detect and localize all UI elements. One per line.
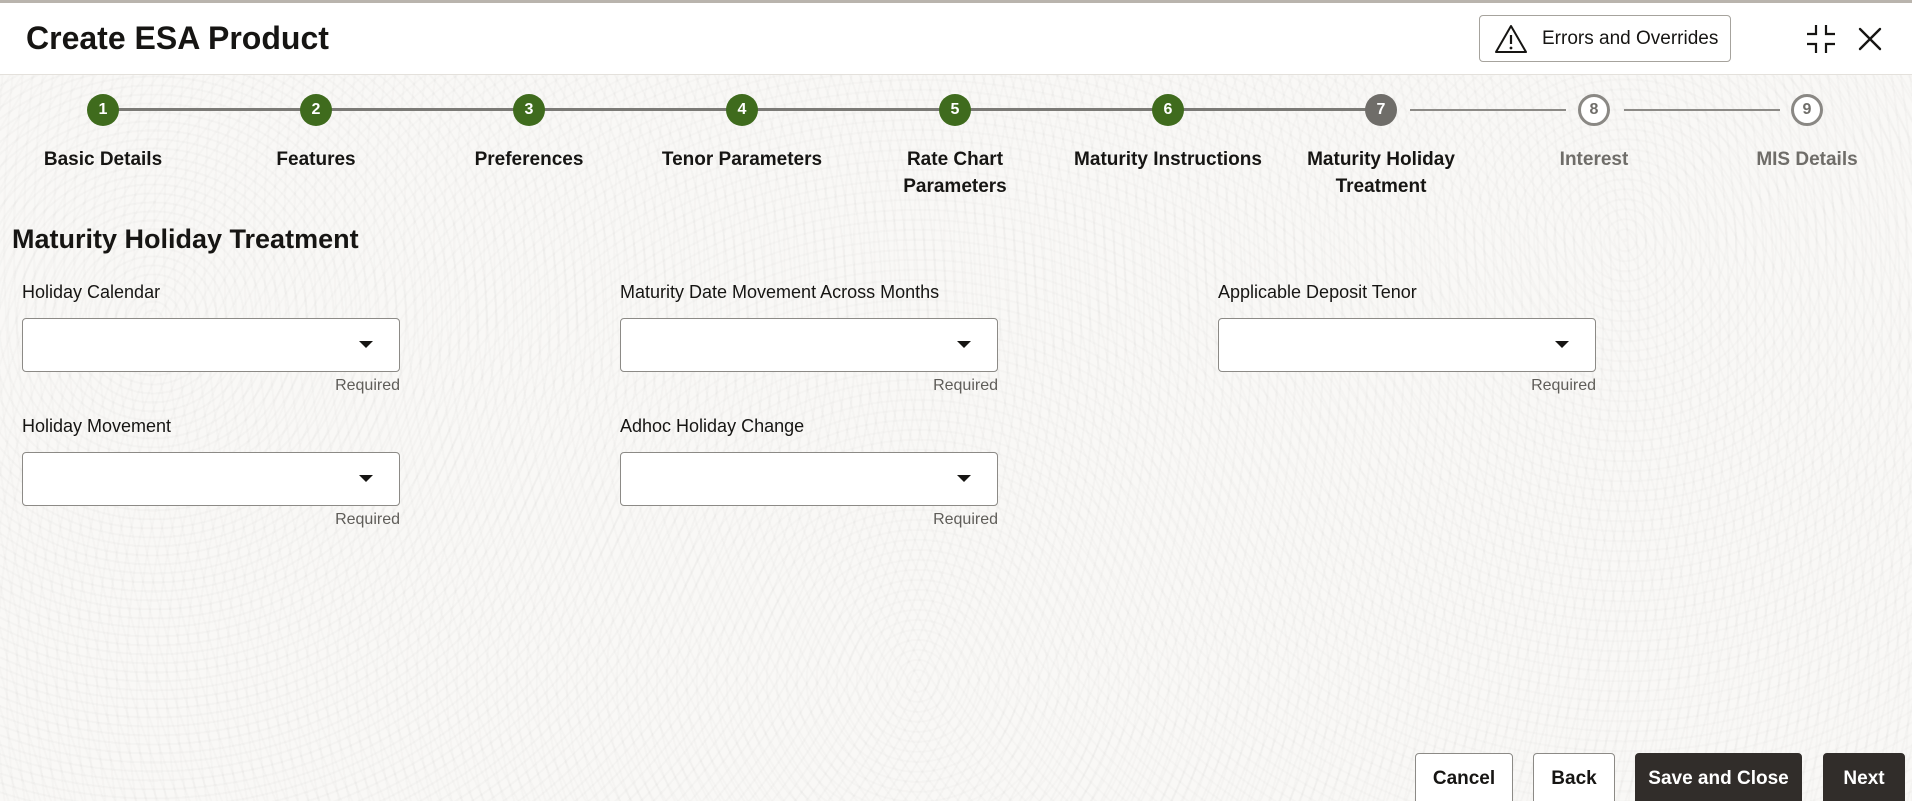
step-number: 4	[726, 94, 758, 126]
step-number: 7	[1365, 94, 1397, 126]
train-step-rate-chart-parameters[interactable]: 5 Rate Chart Parameters	[855, 88, 1055, 200]
next-button[interactable]: Next	[1823, 753, 1905, 801]
maturity-date-movement-select[interactable]	[620, 318, 998, 372]
step-label: Maturity Instructions	[1074, 149, 1262, 170]
page-title: Create ESA Product	[26, 20, 329, 56]
chevron-down-icon	[1555, 341, 1569, 348]
chevron-down-icon	[957, 341, 971, 348]
applicable-deposit-tenor-select[interactable]	[1218, 318, 1596, 372]
step-number: 2	[300, 94, 332, 126]
required-hint: Required	[1531, 377, 1596, 394]
errors-and-overrides-button[interactable]: Errors and Overrides	[1479, 15, 1731, 62]
required-hint: Required	[933, 377, 998, 394]
step-train: 1 Basic Details 2 Features 3 Preferences…	[0, 88, 1912, 198]
train-step-interest[interactable]: 8 Interest	[1494, 88, 1694, 173]
step-number: 6	[1152, 94, 1184, 126]
chevron-down-icon	[359, 341, 373, 348]
adhoc-holiday-change-select[interactable]	[620, 452, 998, 506]
back-button[interactable]: Back	[1533, 753, 1615, 801]
train-step-tenor-parameters[interactable]: 4 Tenor Parameters	[642, 88, 842, 173]
required-hint: Required	[335, 511, 400, 528]
holiday-calendar-select[interactable]	[22, 318, 400, 372]
step-label: Interest	[1559, 149, 1629, 170]
page-header: Create ESA Product Errors and Overrides	[0, 3, 1912, 75]
train-step-mis-details[interactable]: 9 MIS Details	[1707, 88, 1907, 173]
train-step-maturity-instructions[interactable]: 6 Maturity Instructions	[1068, 88, 1268, 173]
cancel-button[interactable]: Cancel	[1415, 753, 1513, 801]
field-label: Maturity Date Movement Across Months	[620, 282, 940, 302]
holiday-calendar-field: Holiday Calendar Required	[22, 278, 402, 395]
train-step-basic-details[interactable]: 1 Basic Details	[3, 88, 203, 173]
step-number: 5	[939, 94, 971, 126]
step-label: Preferences	[474, 149, 584, 170]
step-label: Rate Chart Parameters	[903, 149, 1007, 197]
train-step-maturity-holiday-treatment[interactable]: 7 Maturity Holiday Treatment	[1296, 88, 1466, 200]
step-label: Basic Details	[43, 149, 163, 170]
holiday-movement-field: Holiday Movement Required	[22, 412, 402, 529]
field-label: Applicable Deposit Tenor	[1218, 282, 1417, 302]
step-label: Tenor Parameters	[661, 149, 823, 170]
required-hint: Required	[335, 377, 400, 394]
close-icon[interactable]	[1854, 23, 1886, 55]
save-and-close-button[interactable]: Save and Close	[1635, 753, 1802, 801]
chevron-down-icon	[359, 475, 373, 482]
step-number: 9	[1791, 94, 1823, 126]
train-step-features[interactable]: 2 Features	[216, 88, 416, 173]
collapse-icon[interactable]	[1805, 23, 1837, 55]
maturity-date-movement-field: Maturity Date Movement Across Months Req…	[620, 278, 1000, 395]
applicable-deposit-tenor-field: Applicable Deposit Tenor Required	[1218, 278, 1598, 395]
step-number: 1	[87, 94, 119, 126]
errors-and-overrides-label: Errors and Overrides	[1542, 27, 1719, 49]
required-hint: Required	[933, 511, 998, 528]
step-number: 3	[513, 94, 545, 126]
adhoc-holiday-change-field: Adhoc Holiday Change Required	[620, 412, 1000, 529]
step-label: MIS Details	[1756, 149, 1858, 170]
chevron-down-icon	[957, 475, 971, 482]
section-title: Maturity Holiday Treatment	[12, 224, 359, 254]
field-label: Holiday Movement	[22, 416, 172, 436]
field-label: Holiday Calendar	[22, 282, 161, 302]
field-label: Adhoc Holiday Change	[620, 416, 805, 436]
step-label: Maturity Holiday Treatment	[1307, 149, 1455, 197]
train-step-preferences[interactable]: 3 Preferences	[429, 88, 629, 173]
step-label: Features	[276, 149, 356, 170]
step-number: 8	[1578, 94, 1610, 126]
warning-icon	[1495, 24, 1527, 53]
holiday-movement-select[interactable]	[22, 452, 400, 506]
